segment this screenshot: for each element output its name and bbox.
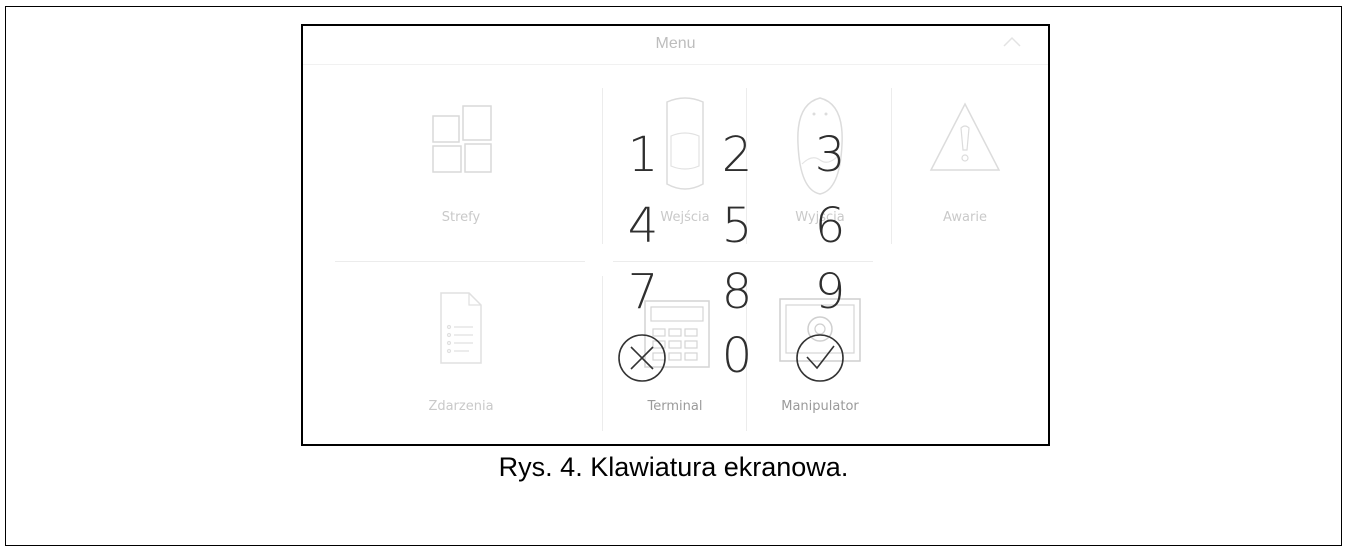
touchscreen-display: Menu Strefy Wejścia Wyjścia Awarie Zdarz… <box>301 24 1050 446</box>
keypad-key-8[interactable]: 8 <box>707 264 767 320</box>
keypad-key-7[interactable]: 7 <box>613 264 673 320</box>
grid-divider <box>335 261 585 262</box>
keypad-key-5[interactable]: 5 <box>707 198 767 254</box>
tile-label: Manipulator <box>781 399 859 414</box>
tile-label: Awarie <box>943 210 987 225</box>
figure-caption: Rys. 4. Klawiatura ekranowa. <box>498 452 849 482</box>
keypad-key-1[interactable]: 1 <box>613 127 673 183</box>
confirm-circle-icon[interactable] <box>794 332 846 384</box>
keypad-key-9[interactable]: 9 <box>800 264 860 320</box>
chevron-up-icon[interactable] <box>1002 34 1022 48</box>
document-icon <box>389 281 533 391</box>
tile-label: Zdarzenia <box>428 399 494 414</box>
keypad-key-3[interactable]: 3 <box>800 127 860 183</box>
grid-divider <box>602 88 603 244</box>
tile-label: Strefy <box>441 210 481 225</box>
zones-icon <box>389 94 533 204</box>
tile-label: Terminal <box>647 399 703 414</box>
grid-divider <box>613 261 873 262</box>
menu-tile-zdarzenia[interactable]: Zdarzenia <box>389 281 533 441</box>
keypad-key-2[interactable]: 2 <box>707 127 767 183</box>
keypad-key-6[interactable]: 6 <box>800 198 860 254</box>
cancel-circle-icon[interactable] <box>616 332 668 384</box>
keypad-key-0[interactable]: 0 <box>707 328 767 384</box>
warning-icon <box>893 94 1037 204</box>
menu-tile-awarie[interactable]: Awarie <box>893 94 1037 254</box>
menu-header: Menu <box>303 26 1048 65</box>
menu-tile-strefy[interactable]: Strefy <box>389 94 533 254</box>
menu-title: Menu <box>655 35 696 52</box>
keypad-key-4[interactable]: 4 <box>613 198 673 254</box>
